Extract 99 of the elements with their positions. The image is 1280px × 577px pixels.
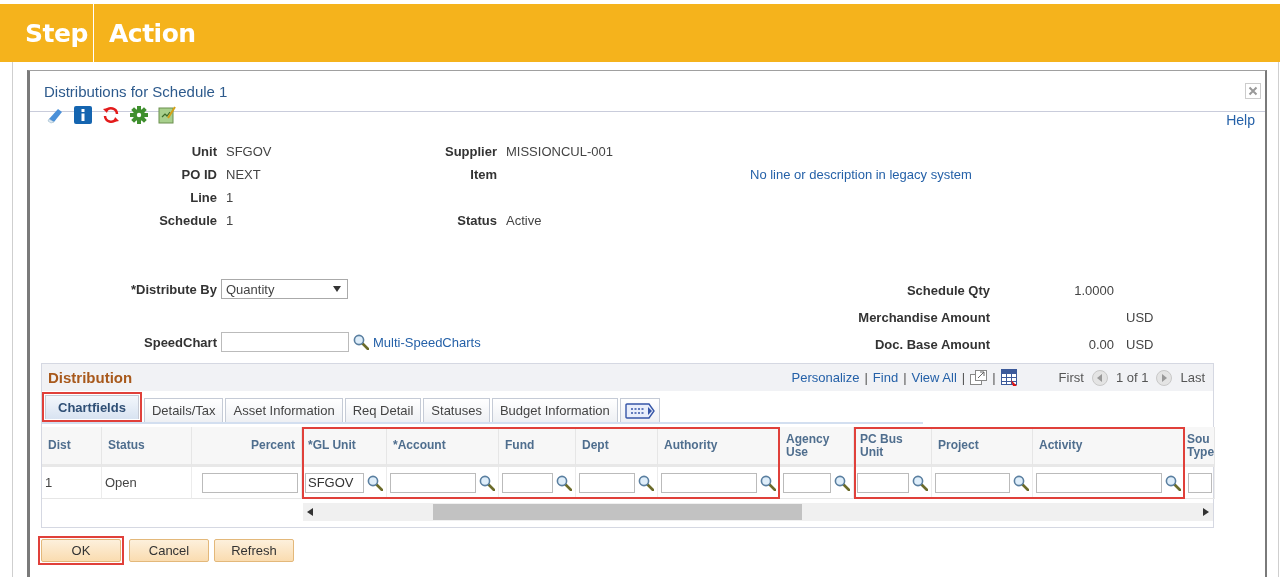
amount-label: Schedule Qty [905,283,990,299]
column-header: *Account [387,427,499,467]
gear-icon[interactable] [130,106,148,124]
grid-link[interactable]: View All [911,370,957,385]
table-input-field[interactable] [1188,472,1212,493]
field-label: PO ID [180,167,217,183]
column-header: Project [932,427,1033,467]
table-input-field[interactable] [579,472,635,493]
field-label: Unit [190,144,217,160]
table-input-field[interactable] [202,472,298,493]
column-header: Sou Type [1185,427,1215,467]
dialog-title: Distributions for Schedule 1 [44,82,228,100]
amount-value: 1.0000 [1073,283,1114,299]
field-value: Active [506,213,543,229]
search-icon[interactable] [353,334,369,350]
table-cell: Open [105,475,137,490]
column-header: Dept [576,427,658,467]
search-icon[interactable] [367,474,383,491]
search-icon[interactable] [1013,474,1029,491]
search-icon[interactable] [1165,474,1181,491]
tab[interactable]: Req Detail [344,398,422,422]
amount-label: Merchandise Amount [857,310,990,326]
eraser-icon[interactable] [46,106,64,124]
tab[interactable]: Statuses [423,398,490,422]
scroll-right-icon[interactable] [1203,508,1209,516]
field-label: Supplier [444,144,497,160]
table-cell: 1 [45,475,53,490]
grid-link[interactable]: Personalize [791,370,860,385]
table-input-field[interactable] [857,472,909,493]
search-icon[interactable] [556,474,572,491]
horizontal-scrollbar[interactable] [303,503,1213,521]
separator: | [903,370,907,385]
show-all-columns-tab[interactable] [619,398,660,422]
currency-code: USD [1126,310,1155,326]
dialog-button[interactable]: Cancel [129,539,209,562]
multi-speedcharts-link[interactable]: Multi-SpeedCharts [373,334,481,350]
tab[interactable]: Budget Information [491,398,618,422]
search-icon[interactable] [638,474,654,491]
search-icon[interactable] [834,474,850,491]
download-grid-icon[interactable] [1000,369,1018,386]
column-header: Percent [192,427,302,467]
field-label: Status [456,213,497,229]
pager-label: First [1058,370,1084,385]
dropdown-arrow-icon [333,286,341,292]
search-icon[interactable] [479,474,495,491]
table-input-field[interactable] [661,472,757,493]
field-value: SFGOV [226,144,273,160]
field-value: MISSIONCUL-001 [506,144,614,160]
section-title: Distribution [48,369,133,386]
table-input-field[interactable] [502,472,553,493]
table-input-field[interactable] [783,472,831,493]
speedchart-field[interactable] [221,332,349,352]
description-link[interactable]: No line or description in legacy system [750,167,1265,183]
tab[interactable]: Details/Tax [143,398,224,422]
column-header: PC Bus Unit [854,427,932,467]
field-label: *Distribute By [130,281,217,297]
refresh-icon[interactable] [102,106,120,124]
column-header: Fund [499,427,576,467]
table-input-field[interactable] [935,472,1010,493]
currency-code: USD [1126,337,1155,353]
tab[interactable]: Asset Information [225,398,343,422]
column-heading: Action [109,18,196,48]
distribute-by-dropdown[interactable]: Quantity [221,279,348,299]
column-header: Dist [42,427,102,467]
separator: | [864,370,868,385]
field-value: 1 [226,190,235,206]
scroll-left-icon[interactable] [307,508,313,516]
field-label: Schedule [158,213,217,229]
search-icon[interactable] [760,474,776,491]
separator: | [992,370,996,385]
field-value: NEXT [226,167,262,183]
zoom-window-icon[interactable] [970,370,988,385]
grid-link[interactable]: Find [872,370,899,385]
pager-count: 1 of 1 [1115,370,1149,385]
field-value: 1 [226,213,235,229]
column-header: Activity [1033,427,1185,467]
table-input-field[interactable]: SFGOV [305,472,364,493]
table-input-field[interactable] [1036,472,1162,493]
field-label: Line [189,190,217,206]
column-header: Authority [658,427,780,467]
amount-value: 0.00 [1087,337,1114,353]
field-label: SpeedChart [143,334,217,350]
column-header: *GL Unit [302,427,387,467]
separator: | [961,370,966,385]
notepad-icon[interactable] [158,106,176,124]
tab[interactable]: Chartfields [45,395,139,419]
dialog-button[interactable]: Refresh [214,539,294,562]
help-link[interactable]: Help [1226,112,1255,128]
field-label: Item [469,167,497,183]
close-icon[interactable] [1245,83,1261,99]
amount-label: Doc. Base Amount [873,337,990,353]
column-header: Status [102,427,192,467]
dialog-button[interactable]: OK [41,539,121,562]
table-input-field[interactable] [390,472,476,493]
column-heading: Step [25,18,88,48]
info-icon[interactable] [74,106,92,124]
search-icon[interactable] [912,474,928,491]
pager-label: Last [1180,370,1205,385]
column-header: Agency Use [780,427,854,467]
